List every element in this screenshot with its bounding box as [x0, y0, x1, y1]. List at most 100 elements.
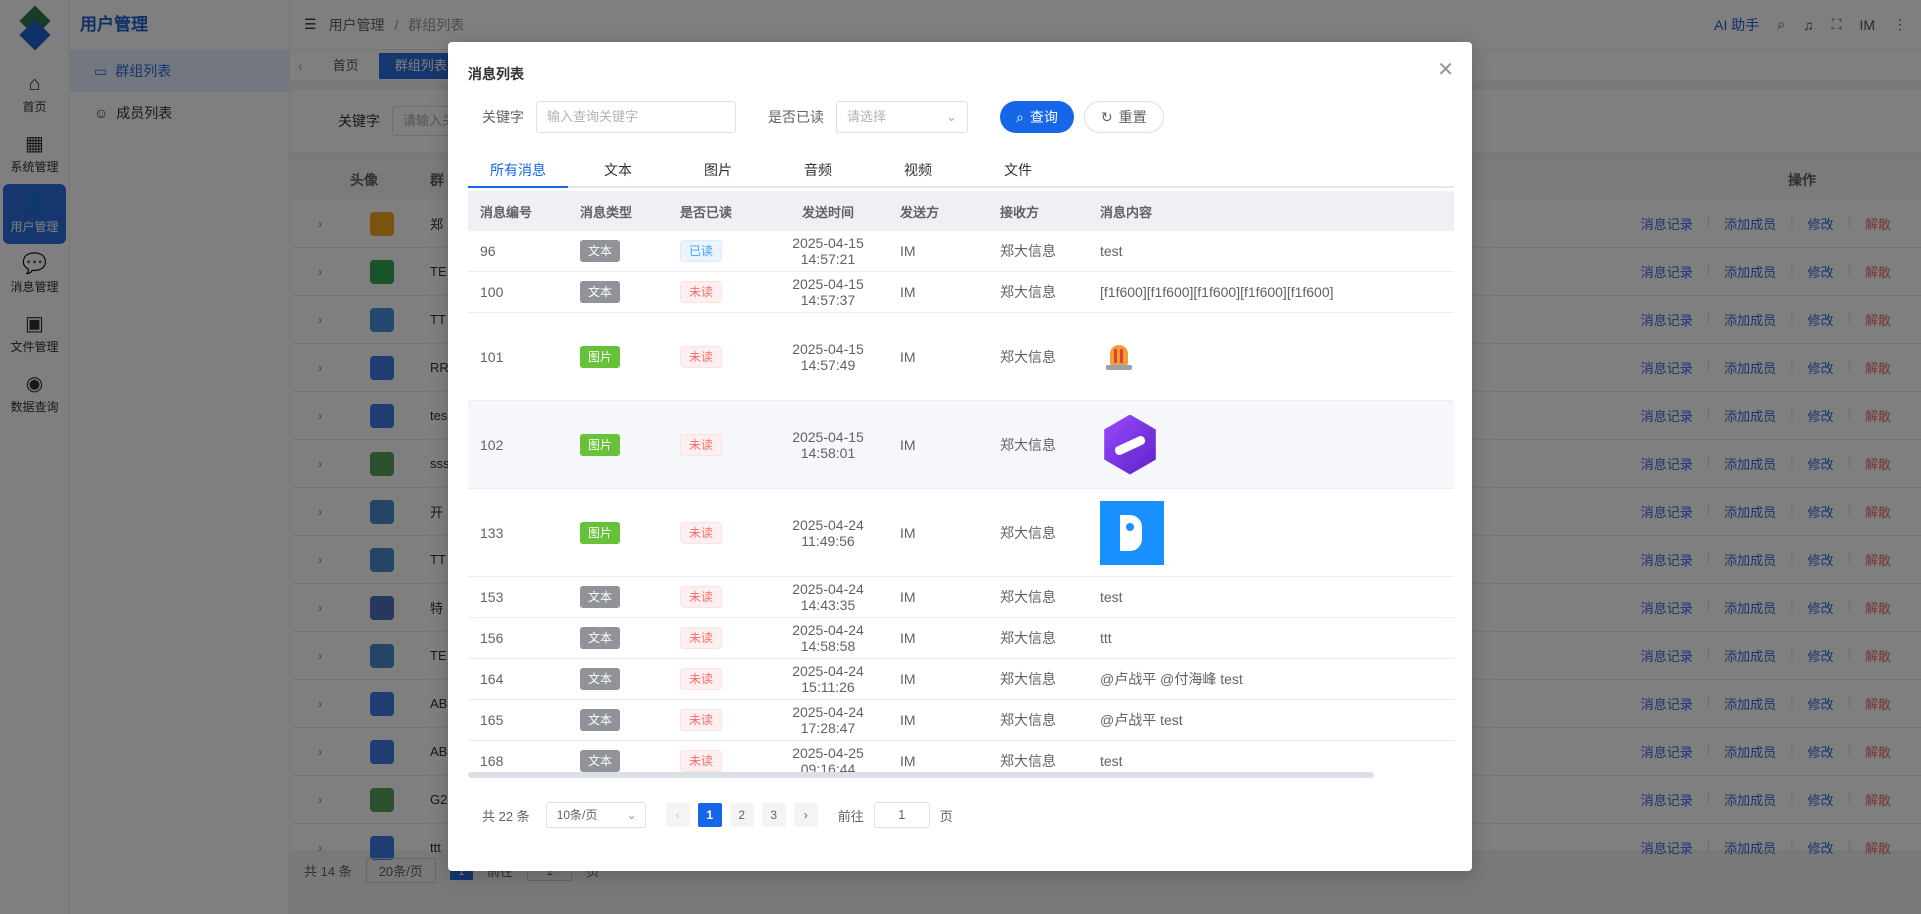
message-id: 101 — [480, 348, 504, 365]
close-icon[interactable]: ✕ — [1437, 60, 1454, 80]
send-time: 2025-04-24 17:28:47 — [792, 704, 864, 736]
read-status-tag: 未读 — [680, 668, 723, 690]
message-row: 102 图片 未读 2025-04-15 14:58:01 IM 郑大信息 — [468, 401, 1454, 489]
message-content — [1088, 500, 1454, 565]
image-thumbnail[interactable] — [1100, 339, 1136, 375]
prev-page-button[interactable]: ‹ — [665, 803, 690, 827]
keyword-input[interactable]: 输入查询关键字 — [536, 101, 736, 133]
message-content: test — [1088, 589, 1454, 605]
message-content: @卢战平 test — [1088, 710, 1454, 730]
col-receiver: 接收方 — [1000, 204, 1040, 220]
message-content: ttt — [1088, 630, 1454, 646]
message-tab[interactable]: 文本 — [568, 154, 668, 186]
message-text: test — [1100, 753, 1123, 769]
receiver: 郑大信息 — [1000, 524, 1056, 541]
send-time: 2025-04-15 14:58:01 — [792, 428, 864, 461]
read-status-tag: 未读 — [680, 345, 723, 368]
receiver: 郑大信息 — [1000, 243, 1056, 259]
message-type-tag: 文本 — [580, 709, 621, 731]
col-id: 消息编号 — [480, 204, 533, 220]
send-time: 2025-04-24 11:49:56 — [792, 516, 864, 549]
message-row: 100 文本 未读 2025-04-15 14:57:37 IM 郑大信息 [f1f600]… — [468, 272, 1454, 313]
chevron-down-icon: ⌄ — [946, 109, 957, 124]
read-status-label: 是否已读 — [768, 109, 824, 125]
message-id: 156 — [480, 630, 504, 646]
message-tabs: 所有消息 文本 图片 音频 视频 文件 — [468, 154, 1454, 188]
message-id: 164 — [480, 671, 504, 687]
app: ⌂首页▦系统管理👤用户管理💬消息管理▣文件管理◉数据查询 用户管理 ▭ 群组列表… — [0, 0, 1921, 914]
message-type-tag: 文本 — [580, 668, 621, 690]
send-time: 2025-04-24 14:58:58 — [792, 622, 864, 654]
send-time: 2025-04-15 14:57:21 — [792, 235, 864, 267]
message-table: 消息编号 消息类型 是否已读 发送时间 发送方 接收方 消息内容 96 文本 已读 2… — [468, 191, 1454, 781]
sender: IM — [900, 671, 916, 687]
dialog-title: 消息列表 — [468, 66, 524, 82]
search-button[interactable]: ⌕ 查询 — [1000, 101, 1074, 133]
message-id: 102 — [480, 436, 504, 453]
reset-button[interactable]: ↻ 重置 — [1083, 101, 1164, 133]
receiver: 郑大信息 — [1000, 348, 1056, 365]
sender: IM — [900, 243, 916, 259]
sender: IM — [900, 712, 916, 728]
message-id: 100 — [480, 284, 504, 300]
read-status-tag: 未读 — [680, 586, 723, 608]
page-size-value: 10条/页 — [556, 808, 598, 822]
col-content: 消息内容 — [1100, 204, 1153, 220]
message-content — [1088, 414, 1454, 475]
message-text: test — [1100, 589, 1123, 605]
read-status-tag: 未读 — [680, 627, 723, 649]
message-content: test — [1088, 243, 1454, 259]
page-number-button[interactable]: 1 — [697, 803, 722, 827]
message-type-tag: 文本 — [580, 240, 621, 262]
sender: IM — [900, 753, 916, 769]
message-text: @卢战平 @付海峰 test — [1100, 671, 1243, 687]
message-tab[interactable]: 音频 — [768, 154, 868, 186]
read-status-select[interactable]: 请选择 ⌄ — [836, 101, 968, 133]
sender: IM — [900, 284, 916, 300]
receiver: 郑大信息 — [1000, 671, 1056, 687]
message-tab[interactable]: 图片 — [668, 154, 768, 186]
message-list-dialog: 消息列表 ✕ 关键字 输入查询关键字 是否已读 请选择 ⌄ ⌕ 查询 ↻ 重置 … — [448, 42, 1472, 871]
image-thumbnail[interactable] — [1104, 414, 1156, 475]
message-tab[interactable]: 文件 — [968, 154, 1068, 186]
receiver: 郑大信息 — [1000, 712, 1056, 728]
reset-button-label: 重置 — [1118, 109, 1147, 125]
message-content — [1088, 339, 1454, 375]
message-row: 101 图片 未读 2025-04-15 14:57:49 IM 郑大信息 — [468, 313, 1454, 401]
col-time: 发送时间 — [801, 204, 854, 220]
message-content: [f1f600][f1f600][f1f600][f1f600][f1f600] — [1088, 284, 1454, 300]
message-type-tag: 文本 — [580, 627, 621, 649]
col-read: 是否已读 — [680, 204, 733, 220]
image-thumbnail[interactable] — [1100, 500, 1164, 565]
receiver: 郑大信息 — [1000, 436, 1056, 453]
message-tab[interactable]: 视频 — [868, 154, 968, 186]
message-row: 156 文本 未读 2025-04-24 14:58:58 IM 郑大信息 ttt — [468, 618, 1454, 659]
message-type-tag: 文本 — [580, 586, 621, 608]
search-button-label: 查询 — [1029, 109, 1058, 125]
message-row: 133 图片 未读 2025-04-24 11:49:56 IM 郑大信息 — [468, 489, 1454, 577]
message-type-tag: 文本 — [580, 281, 621, 303]
col-type: 消息类型 — [580, 204, 633, 220]
page-size-select[interactable]: 10条/页 ⌄ — [545, 802, 646, 828]
next-page-button[interactable]: › — [793, 803, 818, 827]
message-content: @卢战平 @付海峰 test — [1088, 669, 1454, 689]
message-id: 133 — [480, 524, 504, 541]
read-status-placeholder: 请选择 — [847, 109, 887, 124]
send-time: 2025-04-24 15:11:26 — [792, 663, 864, 695]
message-type-tag: 文本 — [580, 750, 621, 772]
message-row: 165 文本 未读 2025-04-24 17:28:47 IM 郑大信息 @卢战平 tes… — [468, 700, 1454, 741]
sender: IM — [900, 630, 916, 646]
total-count: 共 22 条 — [482, 808, 530, 824]
message-tab[interactable]: 所有消息 — [468, 154, 568, 188]
sender: IM — [900, 524, 916, 541]
receiver: 郑大信息 — [1000, 589, 1056, 605]
page-number-button[interactable]: 3 — [761, 803, 786, 827]
horizontal-scrollbar[interactable] — [468, 772, 1374, 778]
message-text: [f1f600][f1f600][f1f600][f1f600][f1f600] — [1100, 284, 1334, 300]
goto-page-input[interactable]: 1 — [873, 802, 930, 828]
message-type-tag: 图片 — [580, 433, 621, 456]
message-table-header: 消息编号 消息类型 是否已读 发送时间 发送方 接收方 消息内容 — [468, 191, 1454, 231]
page-number-button[interactable]: 2 — [729, 803, 754, 827]
message-id: 168 — [480, 753, 504, 769]
read-status-tag: 未读 — [680, 433, 723, 456]
